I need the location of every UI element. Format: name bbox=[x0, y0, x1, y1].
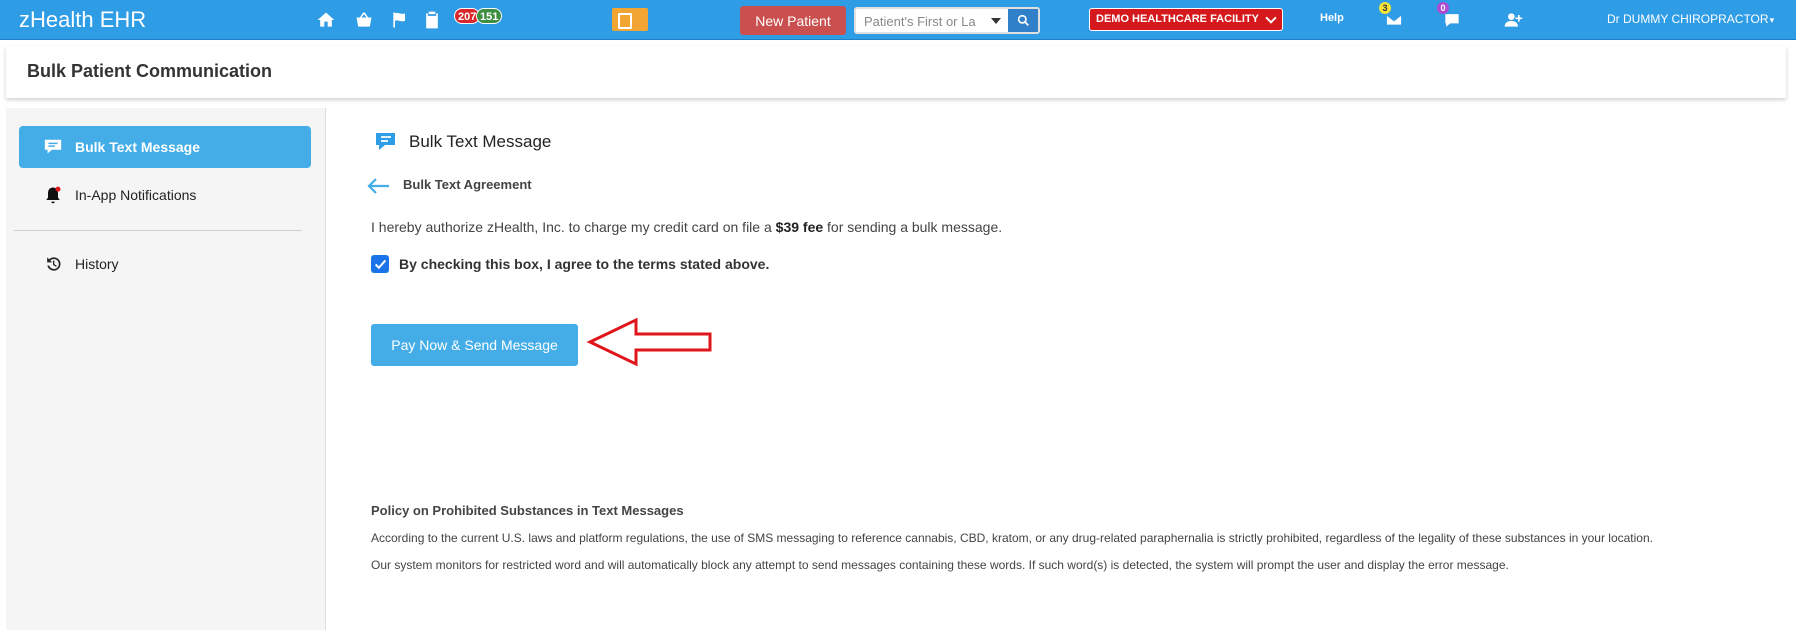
facility-select-value: DEMO HEALTHCARE FACILITY bbox=[1096, 13, 1259, 25]
annotation-arrow-icon bbox=[586, 317, 712, 367]
app-brand[interactable]: zHealth EHR bbox=[19, 7, 146, 33]
home-icon[interactable] bbox=[315, 9, 337, 31]
sidebar-divider bbox=[14, 230, 302, 231]
add-user-icon[interactable] bbox=[1502, 9, 1524, 31]
policy-text-line: According to the current U.S. laws and p… bbox=[371, 531, 1653, 545]
search-dropdown-caret-icon[interactable] bbox=[990, 12, 1002, 30]
section-title-text: Bulk Text Message bbox=[409, 132, 552, 151]
sidebar-item-label: Bulk Text Message bbox=[75, 139, 201, 155]
policy-text-line: Our system monitors for restricted word … bbox=[371, 558, 1509, 572]
patient-search bbox=[854, 7, 1040, 34]
mail-count-badge[interactable]: 3 bbox=[1379, 2, 1391, 14]
pay-now-send-button[interactable]: Pay Now & Send Message bbox=[371, 324, 578, 366]
basket-icon[interactable] bbox=[353, 9, 375, 31]
bell-icon bbox=[41, 184, 65, 206]
flag-icon[interactable] bbox=[389, 9, 411, 31]
page-header: Bulk Patient Communication bbox=[6, 46, 1786, 98]
auth-text-suffix: for sending a bulk message. bbox=[823, 219, 1003, 235]
top-navbar: zHealth EHR 207 151 New Patient DEMO HEA… bbox=[0, 0, 1796, 40]
sidebar-item-in-app-notifications[interactable]: In-App Notifications bbox=[19, 174, 311, 216]
sidebar-item-history[interactable]: History bbox=[19, 243, 311, 285]
history-icon bbox=[41, 253, 65, 275]
task-count-badge[interactable]: 151 bbox=[476, 8, 503, 24]
sidebar: Bulk Text Message In-App Notifications H… bbox=[6, 108, 326, 630]
caret-down-icon: ▾ bbox=[1769, 15, 1775, 25]
section-title: Bulk Text Message bbox=[373, 130, 551, 154]
authorization-text: I hereby authorize zHealth, Inc. to char… bbox=[371, 219, 1002, 235]
chat-bubble-icon bbox=[373, 130, 399, 154]
fee-amount: $39 fee bbox=[775, 219, 824, 235]
chat-bubble-icon bbox=[41, 136, 65, 158]
patient-search-input[interactable] bbox=[864, 12, 982, 30]
sidebar-item-label: In-App Notifications bbox=[75, 187, 197, 203]
sidebar-item-label: History bbox=[75, 256, 119, 272]
policy-title: Policy on Prohibited Substances in Text … bbox=[371, 503, 684, 518]
facility-select[interactable]: DEMO HEALTHCARE FACILITY bbox=[1089, 8, 1283, 31]
check-icon bbox=[374, 259, 386, 269]
clipboard-icon[interactable] bbox=[421, 9, 443, 31]
chat-count-badge[interactable]: 0 bbox=[1437, 2, 1449, 14]
agreement-title: Bulk Text Agreement bbox=[403, 177, 532, 192]
user-name: Dr DUMMY CHIROPRACTOR bbox=[1607, 12, 1769, 26]
gift-promo-icon[interactable] bbox=[612, 8, 648, 31]
agree-row: By checking this box, I agree to the ter… bbox=[371, 255, 769, 273]
agree-checkbox[interactable] bbox=[371, 255, 389, 273]
chevron-down-icon bbox=[1265, 12, 1277, 24]
auth-text-prefix: I hereby authorize zHealth, Inc. to char… bbox=[371, 219, 776, 235]
page-title: Bulk Patient Communication bbox=[27, 61, 273, 81]
back-arrow-icon[interactable] bbox=[365, 176, 391, 196]
user-menu[interactable]: Dr DUMMY CHIROPRACTOR▾ bbox=[1607, 12, 1774, 26]
sidebar-item-bulk-text-message[interactable]: Bulk Text Message bbox=[19, 126, 311, 168]
search-icon bbox=[1017, 14, 1029, 26]
new-patient-button[interactable]: New Patient bbox=[740, 6, 846, 35]
search-button[interactable] bbox=[1008, 9, 1038, 32]
help-link[interactable]: Help bbox=[1320, 12, 1344, 24]
agree-label[interactable]: By checking this box, I agree to the ter… bbox=[399, 256, 769, 272]
